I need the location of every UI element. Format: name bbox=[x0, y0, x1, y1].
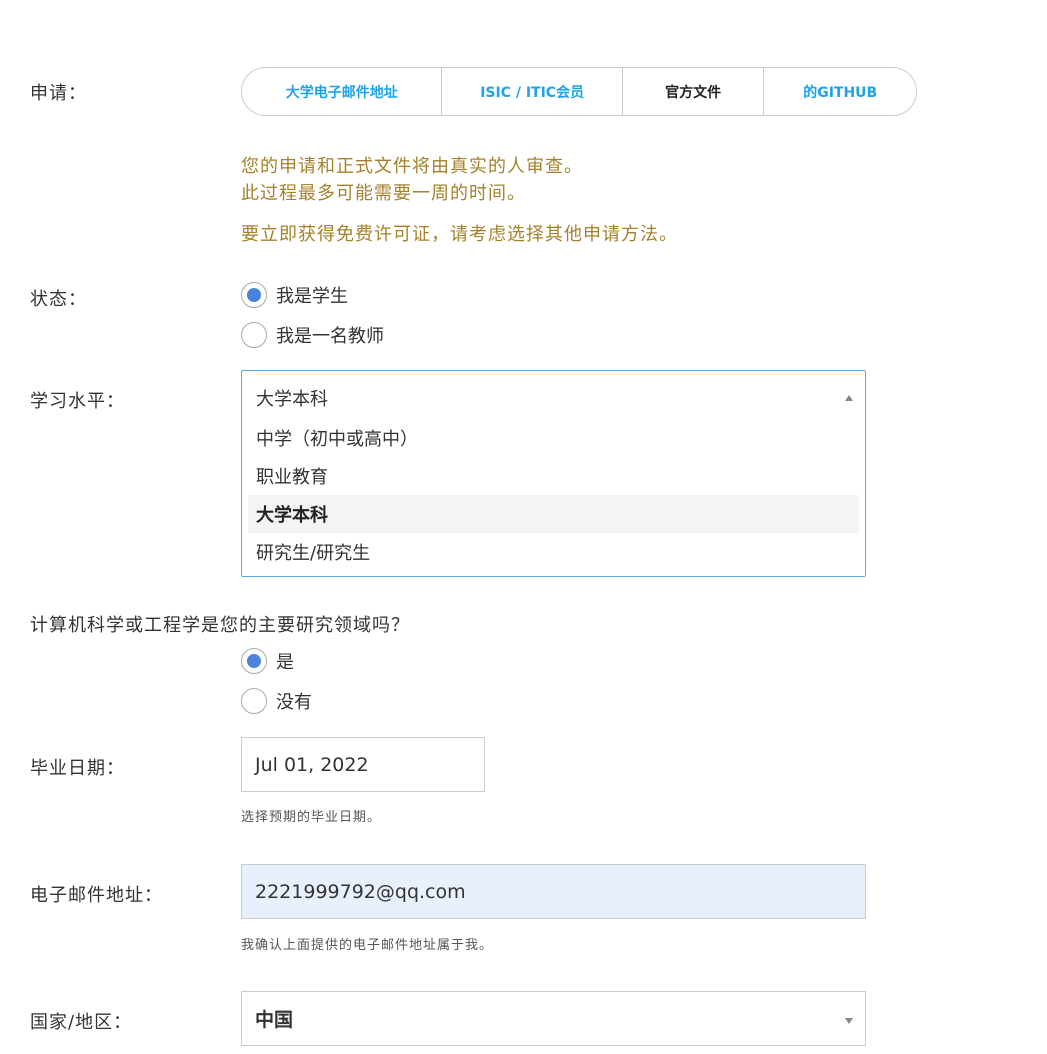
status-option-student[interactable]: 我是学生 bbox=[241, 282, 348, 308]
cs-field-question: 计算机科学或工程学是您的主要研究领域吗？ bbox=[30, 615, 410, 636]
radio-checked-dot bbox=[247, 288, 261, 302]
status-label: 状态： bbox=[30, 289, 87, 310]
tab-github[interactable]: 的GITHUB bbox=[764, 68, 916, 115]
teacher-radio-label: 我是一名教师 bbox=[276, 326, 384, 347]
apply-label: 申请： bbox=[30, 83, 87, 104]
status-option-teacher[interactable]: 我是一名教师 bbox=[241, 322, 384, 348]
study-level-option-secondary[interactable]: 中学（初中或高中） bbox=[248, 419, 859, 457]
cs-no-radio[interactable] bbox=[241, 688, 267, 714]
graduation-date-hint: 选择预期的毕业日期。 bbox=[241, 810, 382, 825]
alternative-method-notice: 要立即获得免费许可证，请考虑选择其他申请方法。 bbox=[241, 224, 678, 245]
country-selected-value: 中国 bbox=[255, 1009, 294, 1031]
email-confirm-hint: 我确认上面提供的电子邮件地址属于我。 bbox=[241, 938, 494, 953]
cs-option-no[interactable]: 没有 bbox=[241, 688, 312, 714]
review-notice-line2: 此过程最多可能需要一周的时间。 bbox=[241, 183, 526, 204]
study-level-option-graduate[interactable]: 研究生/研究生 bbox=[248, 533, 859, 571]
graduation-date-input[interactable]: Jul 01, 2022 bbox=[241, 737, 485, 792]
review-notice-line1: 您的申请和正式文件将由真实的人审查。 bbox=[241, 156, 583, 177]
cs-no-label: 没有 bbox=[276, 692, 312, 713]
cs-yes-radio[interactable] bbox=[241, 648, 267, 674]
study-level-dropdown[interactable]: 大学本科 中学（初中或高中） 职业教育 大学本科 研究生/研究生 bbox=[241, 370, 866, 577]
cs-yes-label: 是 bbox=[276, 652, 294, 673]
apply-method-tabs: 大学电子邮件地址 ISIC / ITIC会员 官方文件 的GITHUB bbox=[241, 67, 917, 116]
country-label: 国家/地区： bbox=[30, 1012, 133, 1033]
student-radio-label: 我是学生 bbox=[276, 286, 348, 307]
cs-option-yes[interactable]: 是 bbox=[241, 648, 294, 674]
study-level-label: 学习水平： bbox=[30, 391, 125, 412]
student-radio[interactable] bbox=[241, 282, 267, 308]
study-level-option-undergraduate[interactable]: 大学本科 bbox=[248, 495, 859, 533]
email-label: 电子邮件地址： bbox=[30, 885, 163, 906]
country-select[interactable]: 中国 bbox=[241, 991, 866, 1046]
teacher-radio[interactable] bbox=[241, 322, 267, 348]
email-input[interactable]: 2221999792@qq.com bbox=[241, 864, 866, 919]
tab-isic-itic[interactable]: ISIC / ITIC会员 bbox=[442, 68, 623, 115]
study-level-selected[interactable]: 大学本科 bbox=[256, 385, 328, 411]
tab-official-document[interactable]: 官方文件 bbox=[623, 68, 765, 115]
graduation-date-label: 毕业日期： bbox=[30, 758, 125, 779]
radio-checked-dot bbox=[247, 654, 261, 668]
tab-university-email[interactable]: 大学电子邮件地址 bbox=[242, 68, 443, 115]
caret-up-icon[interactable] bbox=[845, 395, 853, 401]
study-level-option-vocational[interactable]: 职业教育 bbox=[248, 457, 859, 495]
caret-down-icon[interactable] bbox=[845, 1018, 853, 1024]
